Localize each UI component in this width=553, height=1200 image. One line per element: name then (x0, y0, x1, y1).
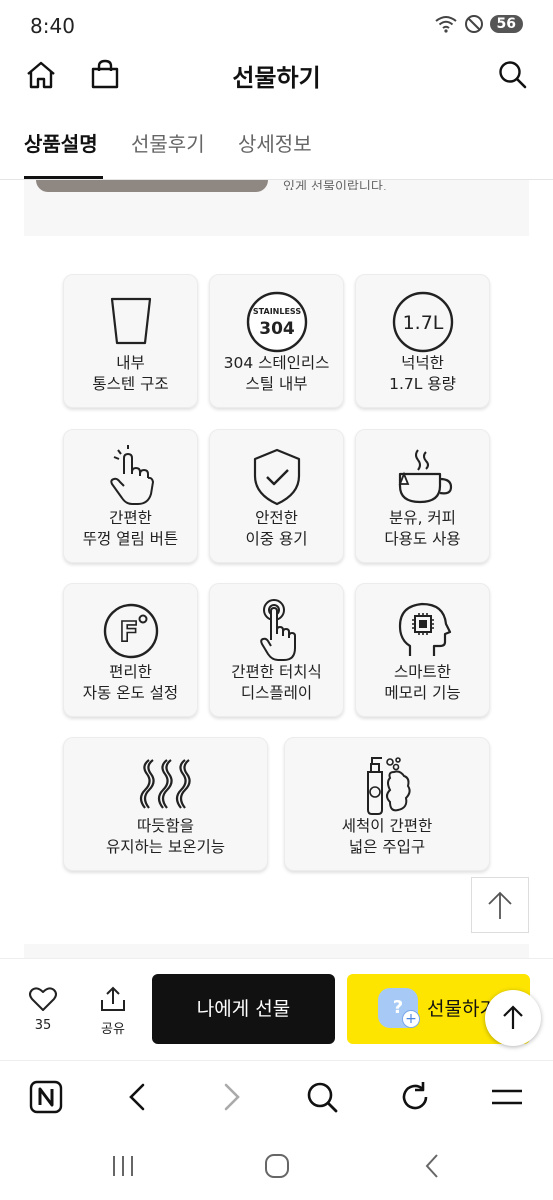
search-icon[interactable] (496, 58, 530, 92)
feature-line-2: 1.7L 용량 (389, 375, 456, 393)
purchase-action-bar: 35 공유 나에게 선물 선물하기 (0, 958, 553, 1059)
feature-tile: 따듯함을유지하는 보온기능 (63, 737, 268, 871)
feature-line-1: 304 스테인리스 (223, 354, 330, 372)
plus-icon: + (402, 1010, 420, 1028)
share-icon (101, 986, 125, 1011)
feature-line-2: 스틸 내부 (245, 375, 308, 393)
feature-tile: 분유, 커피다용도 사용 (355, 429, 490, 563)
share-label: 공유 (101, 1022, 125, 1037)
touch-finger-icon (259, 599, 296, 661)
menu-icon[interactable] (489, 1079, 525, 1115)
tab-bar: 상품설명 선물후기 상세정보 (0, 120, 553, 180)
feature-tile: 1.7L 넉넉한 1.7L 용량 (355, 274, 490, 408)
gift-to-self-button[interactable]: 나에게 선물 (152, 974, 335, 1044)
feature-line-1: 따듯함을 (136, 817, 195, 835)
feature-line-1: 편리한 (109, 663, 152, 681)
feature-line-1: 세척이 간편한 (341, 817, 433, 835)
feature-line-2: 뚜껑 열림 버튼 (82, 530, 179, 548)
status-bar: 8:40 56 (0, 0, 553, 50)
feature-line-1: 분유, 커피 (389, 509, 456, 527)
browser-toolbar (0, 1060, 553, 1131)
back-arrow-icon[interactable] (120, 1079, 156, 1115)
back-nav-icon[interactable] (418, 1152, 448, 1180)
steam-icon (139, 759, 191, 809)
feature-line-1: 넉넉한 (401, 354, 444, 372)
search-icon[interactable] (304, 1079, 340, 1115)
feature-tile: F 편리한자동 온도 설정 (63, 583, 198, 717)
status-time: 8:40 (30, 14, 75, 38)
feature-line-2: 넓은 주입구 (348, 838, 426, 856)
section-divider (24, 944, 529, 958)
feature-line-1: 간편한 (109, 509, 152, 527)
feature-tile: 스마트한메모리 기능 (355, 583, 490, 717)
badge-304-text: 304 (259, 319, 295, 339)
forward-arrow-icon[interactable] (213, 1079, 249, 1115)
capacity-badge-icon: 1.7L (392, 291, 453, 353)
share-button[interactable]: 공유 (88, 979, 138, 1037)
feature-tile: 내부통스텐 구조 (63, 274, 198, 408)
shield-check-icon (253, 448, 300, 506)
tap-hand-icon (109, 445, 154, 505)
badge-stainless-text: STAINLESS (252, 307, 300, 316)
feature-line-2: 다용도 사용 (384, 530, 461, 548)
capacity-badge-text: 1.7L (402, 312, 443, 334)
recent-apps-icon[interactable] (108, 1152, 138, 1180)
feature-line-2: 통스텐 구조 (92, 375, 169, 393)
refresh-icon[interactable] (397, 1079, 433, 1115)
heart-icon (29, 987, 57, 1011)
status-icons: 56 (434, 14, 523, 34)
arrow-up-icon (503, 1005, 523, 1029)
naver-home-icon[interactable] (28, 1079, 64, 1115)
feature-tile: 간편한뚜껑 열림 버튼 (63, 429, 198, 563)
product-image (36, 180, 268, 192)
wash-bottle-icon (367, 757, 411, 815)
feature-line-1: 내부 (116, 354, 145, 372)
feature-line-2: 유지하는 보온기능 (105, 838, 225, 856)
smart-head-icon (398, 602, 451, 656)
page-title: 선물하기 (232, 64, 321, 92)
do-not-disturb-icon (464, 15, 483, 33)
tab-details[interactable]: 상세정보 (238, 128, 312, 157)
feature-line-2: 이중 용기 (245, 530, 308, 548)
wifi-icon (434, 16, 457, 33)
tea-cup-icon (398, 449, 452, 504)
scroll-top-button[interactable] (471, 877, 529, 933)
feature-line-2: 디스플레이 (240, 684, 313, 702)
scroll-up-fab[interactable] (485, 990, 541, 1046)
tab-product-description[interactable]: 상품설명 (24, 128, 98, 157)
like-button[interactable]: 35 (18, 979, 68, 1033)
product-card-text: 있게 선물이랍니다. (283, 180, 387, 190)
feature-line-2: 메모리 기능 (384, 684, 461, 702)
tab-gift-reviews[interactable]: 선물후기 (131, 128, 205, 157)
feature-tile: 안전한이중 용기 (209, 429, 344, 563)
cup-icon (110, 297, 151, 345)
feature-line-2: 자동 온도 설정 (82, 684, 179, 702)
fahrenheit-icon: F (103, 603, 158, 659)
like-count: 35 (34, 1018, 52, 1033)
feature-line-1: 간편한 터치식 (231, 663, 322, 681)
battery-level: 56 (489, 15, 523, 33)
feature-tile: 세척이 간편한넓은 주입구 (284, 737, 490, 871)
fahrenheit-text: F (119, 615, 138, 648)
feature-line-1: 안전한 (255, 509, 298, 527)
arrow-up-icon (488, 891, 512, 919)
feature-tile: STAINLESS 304 304 스테인리스스틸 내부 (209, 274, 344, 408)
feature-line-1: 스마트한 (393, 663, 452, 681)
home-nav-icon[interactable] (262, 1152, 292, 1180)
stainless-304-badge-icon: STAINLESS 304 (246, 291, 307, 353)
feature-tile: 간편한 터치식디스플레이 (209, 583, 344, 717)
system-nav-bar (0, 1130, 553, 1200)
